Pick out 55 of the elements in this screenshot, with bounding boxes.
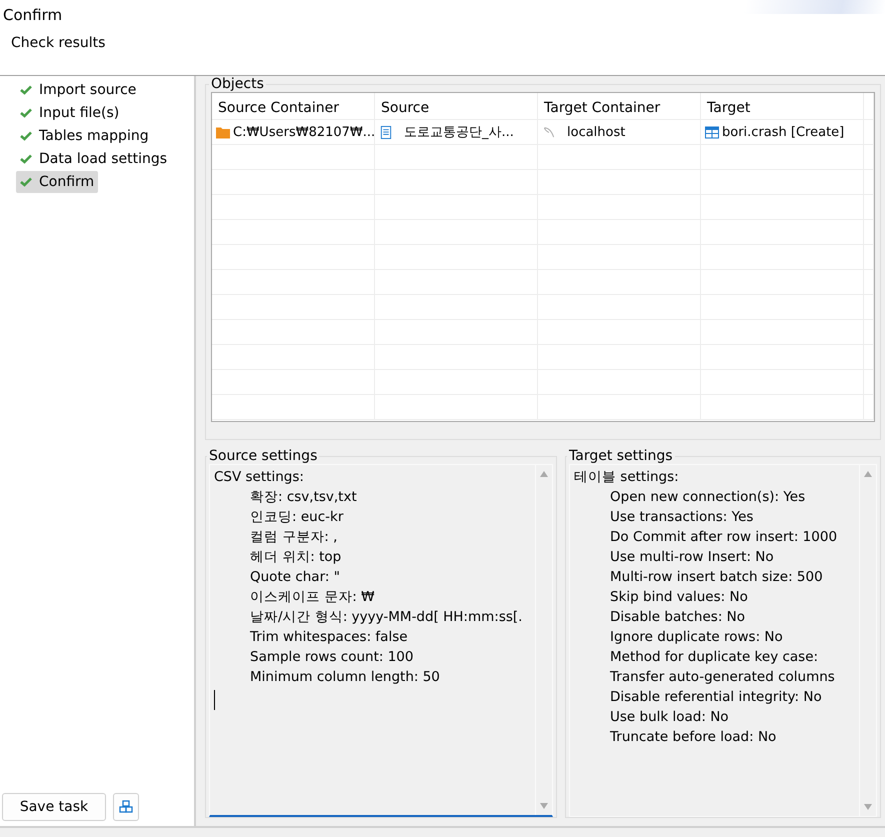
settings-line: Disable referential integrity: No	[610, 688, 822, 707]
save-task-button[interactable]: Save task	[2, 793, 106, 821]
scroll-up-icon[interactable]	[863, 470, 873, 478]
settings-line: 컬럼 구분자: ,	[250, 528, 338, 547]
column-header[interactable]: Target	[701, 93, 864, 119]
scroll-down-icon[interactable]	[863, 803, 873, 811]
settings-line: Sample rows count: 100	[250, 648, 414, 667]
tasks-button[interactable]	[113, 793, 139, 821]
settings-line: Method for duplicate key case:	[610, 648, 818, 667]
table-cell: C:₩Users₩82107₩...	[212, 120, 375, 144]
table-cell: 도로교통공단_사...	[375, 120, 538, 144]
settings-line: Transfer auto-generated columns	[610, 668, 835, 687]
settings-line: Use bulk load: No	[610, 708, 729, 727]
step-item[interactable]: Tables mapping	[16, 125, 153, 147]
settings-line: Ignore duplicate rows: No	[610, 628, 783, 647]
settings-line: 헤더 위치: top	[250, 548, 342, 567]
table-cell: bori.crash [Create]	[701, 120, 864, 144]
boxes-icon	[119, 800, 133, 814]
scroll-up-icon[interactable]	[539, 470, 549, 478]
column-header[interactable]: Source Container	[212, 93, 375, 119]
settings-heading: 테이블 settings:	[574, 468, 679, 487]
settings-line: Multi-row insert batch size: 500	[610, 568, 823, 587]
page-title: Confirm	[2, 5, 62, 24]
group-title: Source settings	[208, 448, 318, 464]
folder-icon	[216, 126, 230, 138]
table-cell: localhost	[538, 120, 701, 144]
settings-text-area[interactable]: CSV settings: 확장: csv,tsv,txt 인코딩: euc-kr 컬럼 구분자: , 헤더 위치: top Quote char: " 이스케이프 문자: ₩ 날짜/시간 형식: yyyy-MM-dd[ HH:mm:ss[. Trim whitespaces: false Sample rows count: 100 Minimum column length: 50	[209, 464, 553, 817]
group-title: Target settings	[568, 448, 674, 464]
settings-line: Disable batches: No	[610, 608, 746, 627]
settings-line: 확장: csv,tsv,txt	[250, 488, 357, 507]
step-item[interactable]: Confirm	[16, 171, 98, 193]
settings-heading: CSV settings:	[214, 468, 304, 487]
column-header[interactable]: Target Container	[538, 93, 701, 119]
settings-line: Skip bind values: No	[610, 588, 748, 607]
document-icon	[379, 126, 393, 138]
column-header[interactable]: Source	[375, 93, 538, 119]
settings-line: 이스케이프 문자: ₩	[250, 588, 374, 607]
settings-line: Do Commit after row insert: 1000	[610, 528, 838, 547]
settings-line: Truncate before load: No	[610, 728, 776, 747]
settings-text-area[interactable]	[569, 464, 877, 817]
settings-line: Minimum column length: 50	[250, 668, 440, 687]
settings-line: 날짜/시간 형식: yyyy-MM-dd[ HH:mm:ss[.	[250, 608, 522, 627]
settings-line: Quote char: "	[250, 568, 340, 587]
step-item[interactable]: Data load settings	[16, 148, 172, 170]
scroll-down-icon[interactable]	[539, 802, 549, 810]
settings-line: 인코딩: euc-kr	[250, 508, 344, 527]
settings-line: Use transactions: Yes	[610, 508, 754, 527]
settings-line: Use multi-row Insert: No	[610, 548, 774, 567]
settings-line: Trim whitespaces: false	[250, 628, 408, 647]
table-icon	[705, 126, 719, 138]
settings-line: Open new connection(s): Yes	[610, 488, 806, 507]
page-subtitle: Check results	[10, 34, 106, 51]
step-item[interactable]: Import source	[16, 79, 140, 101]
step-item[interactable]: Input file(s)	[16, 102, 124, 124]
group-title: Objects	[210, 76, 265, 92]
